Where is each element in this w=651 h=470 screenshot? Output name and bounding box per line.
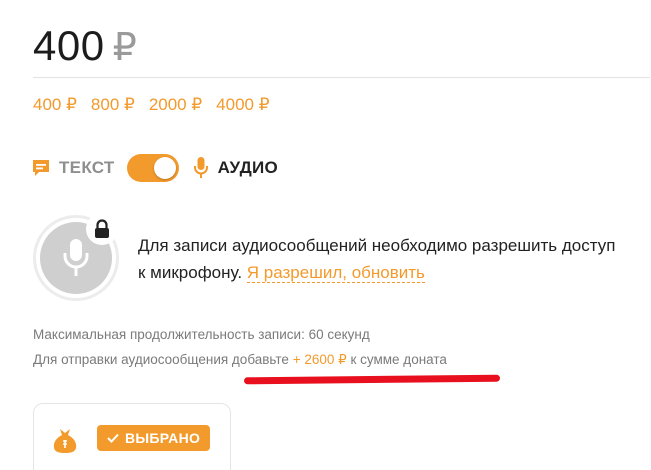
chat-bubble-icon [30, 157, 52, 179]
message-mode-switch: ТЕКСТ АУДИО [30, 154, 278, 182]
audio-info: Максимальная продолжительность записи: 6… [33, 322, 447, 372]
selected-badge: ВЫБРАНО [97, 425, 211, 451]
selected-badge-label: ВЫБРАНО [125, 430, 201, 446]
microphone-permission-message: Для записи аудиосообщений необходимо раз… [138, 232, 618, 286]
microphone-icon [63, 239, 89, 276]
preset-amount[interactable]: 4000 ₽ [216, 94, 269, 116]
amount-currency: ₽ [112, 27, 137, 69]
preset-amount[interactable]: 400 ₽ [33, 94, 77, 116]
amount-value[interactable]: 400 [33, 22, 105, 69]
red-underline-annotation [243, 374, 501, 385]
amount-presets: 400 ₽ 800 ₽ 2000 ₽ 4000 ₽ [33, 94, 270, 116]
mode-text-label[interactable]: ТЕКСТ [59, 158, 115, 178]
preset-amount[interactable]: 2000 ₽ [149, 94, 202, 116]
money-bag-icon [52, 426, 78, 454]
mode-toggle[interactable] [126, 154, 179, 182]
refresh-permission-link[interactable]: Я разрешил, обновить [246, 263, 425, 283]
check-icon [107, 433, 119, 443]
add-prefix: Для отправки аудиосообщения добавьте [33, 352, 289, 367]
audio-min-amount-text: Для отправки аудиосообщения добавьте + 2… [33, 347, 447, 372]
microphone-icon [193, 156, 209, 180]
lock-icon [86, 213, 118, 245]
add-suffix: к сумме доната [350, 352, 447, 367]
toggle-knob [153, 157, 176, 179]
mode-audio-label[interactable]: АУДИО [218, 158, 278, 178]
amount-field[interactable]: 400 ₽ [33, 22, 650, 78]
reward-card[interactable]: ВЫБРАНО [33, 403, 231, 470]
max-duration-text: Максимальная продолжительность записи: 6… [33, 327, 370, 342]
preset-amount[interactable]: 800 ₽ [91, 94, 135, 116]
add-amount[interactable]: + 2600 ₽ [293, 352, 347, 367]
